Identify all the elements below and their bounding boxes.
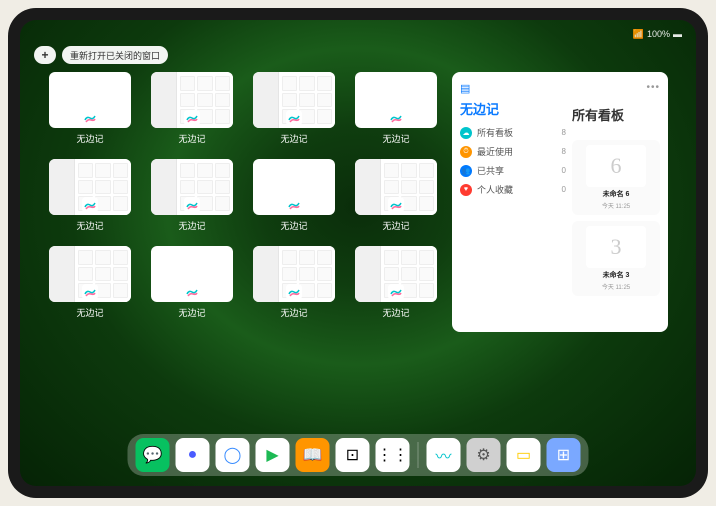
dock-app-browser[interactable]: ◯: [216, 438, 250, 472]
category-count: 0: [562, 166, 566, 175]
category-icon: ⏱: [460, 146, 472, 158]
category-row[interactable]: ☁ 所有看板 8: [460, 126, 566, 139]
top-controls: + 重新打开已关闭的窗口: [34, 46, 168, 64]
panel-right: ••• 所有看板 6 未命名 6 今天 11:25 3 未命名 3 今天 11:25: [572, 82, 660, 322]
category-row[interactable]: ♥ 个人收藏 0: [460, 183, 566, 196]
dock-app-freeform[interactable]: 〰: [427, 438, 461, 472]
window-grid: 无边记无边记无边记无边记无边记无边记无边记无边记无边记无边记无边记无边记: [48, 72, 438, 428]
window-label: 无边记: [76, 306, 103, 319]
more-icon[interactable]: •••: [646, 82, 660, 93]
freeform-icon: [286, 284, 302, 300]
window-thumb[interactable]: 无边记: [150, 159, 234, 232]
freeform-icon: [184, 197, 200, 213]
category-row[interactable]: ⏱ 最近使用 8: [460, 145, 566, 158]
window-label: 无边记: [382, 219, 409, 232]
window-label: 无边记: [280, 219, 307, 232]
window-thumb[interactable]: 无边记: [150, 72, 234, 145]
window-label: 无边记: [382, 306, 409, 319]
freeform-icon: [82, 284, 98, 300]
dock-app-recent[interactable]: ⊞: [547, 438, 581, 472]
category-icon: ♥: [460, 184, 472, 196]
category-count: 8: [562, 128, 566, 137]
board-sketch: 6: [586, 145, 646, 187]
sidebar-icon[interactable]: ▤: [460, 82, 470, 95]
content-area: 无边记无边记无边记无边记无边记无边记无边记无边记无边记无边记无边记无边记 ▤ 无…: [48, 72, 668, 428]
dock-app-settings[interactable]: ⚙: [467, 438, 501, 472]
category-icon: 👥: [460, 165, 472, 177]
window-thumb[interactable]: 无边记: [252, 246, 336, 319]
window-thumb[interactable]: 无边记: [150, 246, 234, 319]
panel-left-title: 无边记: [460, 99, 566, 118]
battery-text: 100%: [647, 29, 670, 39]
dock-app-books[interactable]: 📖: [296, 438, 330, 472]
freeform-icon: [82, 110, 98, 126]
category-icon: ☁: [460, 127, 472, 139]
freeform-icon: [388, 197, 404, 213]
board-card[interactable]: 3 未命名 3 今天 11:25: [572, 221, 660, 296]
category-label: 所有看板: [477, 126, 557, 139]
board-date: 今天 11:25: [602, 201, 630, 210]
board-name: 未命名 6: [603, 189, 630, 199]
freeform-icon: [82, 197, 98, 213]
window-label: 无边记: [178, 219, 205, 232]
side-panel: ▤ 无边记 ☁ 所有看板 8 ⏱ 最近使用 8 👥 已共享 0 ♥ 个人收藏 0 ••• 所有看板 6…: [452, 72, 668, 332]
window-thumb[interactable]: 无边记: [354, 72, 438, 145]
reopen-closed-window-button[interactable]: 重新打开已关闭的窗口: [62, 46, 168, 64]
freeform-icon: [388, 110, 404, 126]
freeform-icon: [184, 284, 200, 300]
board-sketch: 3: [586, 226, 646, 268]
ipad-frame: 📶 100% ▬ + 重新打开已关闭的窗口 无边记无边记无边记无边记无边记无边记…: [8, 8, 708, 498]
window-thumb[interactable]: 无边记: [252, 159, 336, 232]
window-label: 无边记: [76, 132, 103, 145]
window-thumb[interactable]: 无边记: [48, 159, 132, 232]
signal-icon: 📶: [633, 29, 644, 40]
freeform-icon: [184, 110, 200, 126]
battery-icon: ▬: [673, 29, 682, 39]
window-thumb[interactable]: 无边记: [354, 246, 438, 319]
board-name: 未命名 3: [603, 270, 630, 280]
panel-left: ▤ 无边记 ☁ 所有看板 8 ⏱ 最近使用 8 👥 已共享 0 ♥ 个人收藏 0: [460, 82, 566, 322]
dock: 💬●◯▶📖⊡⋮⋮ 〰⚙▭⊞: [128, 434, 589, 476]
category-label: 已共享: [477, 164, 557, 177]
window-label: 无边记: [280, 132, 307, 145]
board-date: 今天 11:25: [602, 282, 630, 291]
category-list: ☁ 所有看板 8 ⏱ 最近使用 8 👥 已共享 0 ♥ 个人收藏 0: [460, 126, 566, 196]
category-label: 最近使用: [477, 145, 557, 158]
dock-app-app7[interactable]: ⋮⋮: [376, 438, 410, 472]
window-label: 无边记: [280, 306, 307, 319]
dock-app-app4[interactable]: ▶: [256, 438, 290, 472]
new-window-button[interactable]: +: [34, 46, 56, 64]
board-card[interactable]: 6 未命名 6 今天 11:25: [572, 140, 660, 215]
category-count: 0: [562, 185, 566, 194]
category-label: 个人收藏: [477, 183, 557, 196]
window-thumb[interactable]: 无边记: [252, 72, 336, 145]
freeform-icon: [388, 284, 404, 300]
dock-app-notes[interactable]: ▭: [507, 438, 541, 472]
window-label: 无边记: [76, 219, 103, 232]
dock-separator: [418, 442, 419, 468]
dock-app-quark[interactable]: ●: [176, 438, 210, 472]
screen: 📶 100% ▬ + 重新打开已关闭的窗口 无边记无边记无边记无边记无边记无边记…: [20, 20, 696, 486]
window-thumb[interactable]: 无边记: [48, 246, 132, 319]
panel-right-title: 所有看板: [572, 105, 660, 124]
boards-list: 6 未命名 6 今天 11:25 3 未命名 3 今天 11:25: [572, 140, 660, 296]
status-right: 📶 100% ▬: [633, 29, 682, 40]
freeform-icon: [286, 110, 302, 126]
dock-app-app6[interactable]: ⊡: [336, 438, 370, 472]
window-thumb[interactable]: 无边记: [48, 72, 132, 145]
freeform-icon: [286, 197, 302, 213]
window-thumb[interactable]: 无边记: [354, 159, 438, 232]
status-bar: 📶 100% ▬: [20, 26, 696, 42]
dock-app-wechat[interactable]: 💬: [136, 438, 170, 472]
category-row[interactable]: 👥 已共享 0: [460, 164, 566, 177]
window-label: 无边记: [178, 306, 205, 319]
category-count: 8: [562, 147, 566, 156]
window-label: 无边记: [382, 132, 409, 145]
window-label: 无边记: [178, 132, 205, 145]
